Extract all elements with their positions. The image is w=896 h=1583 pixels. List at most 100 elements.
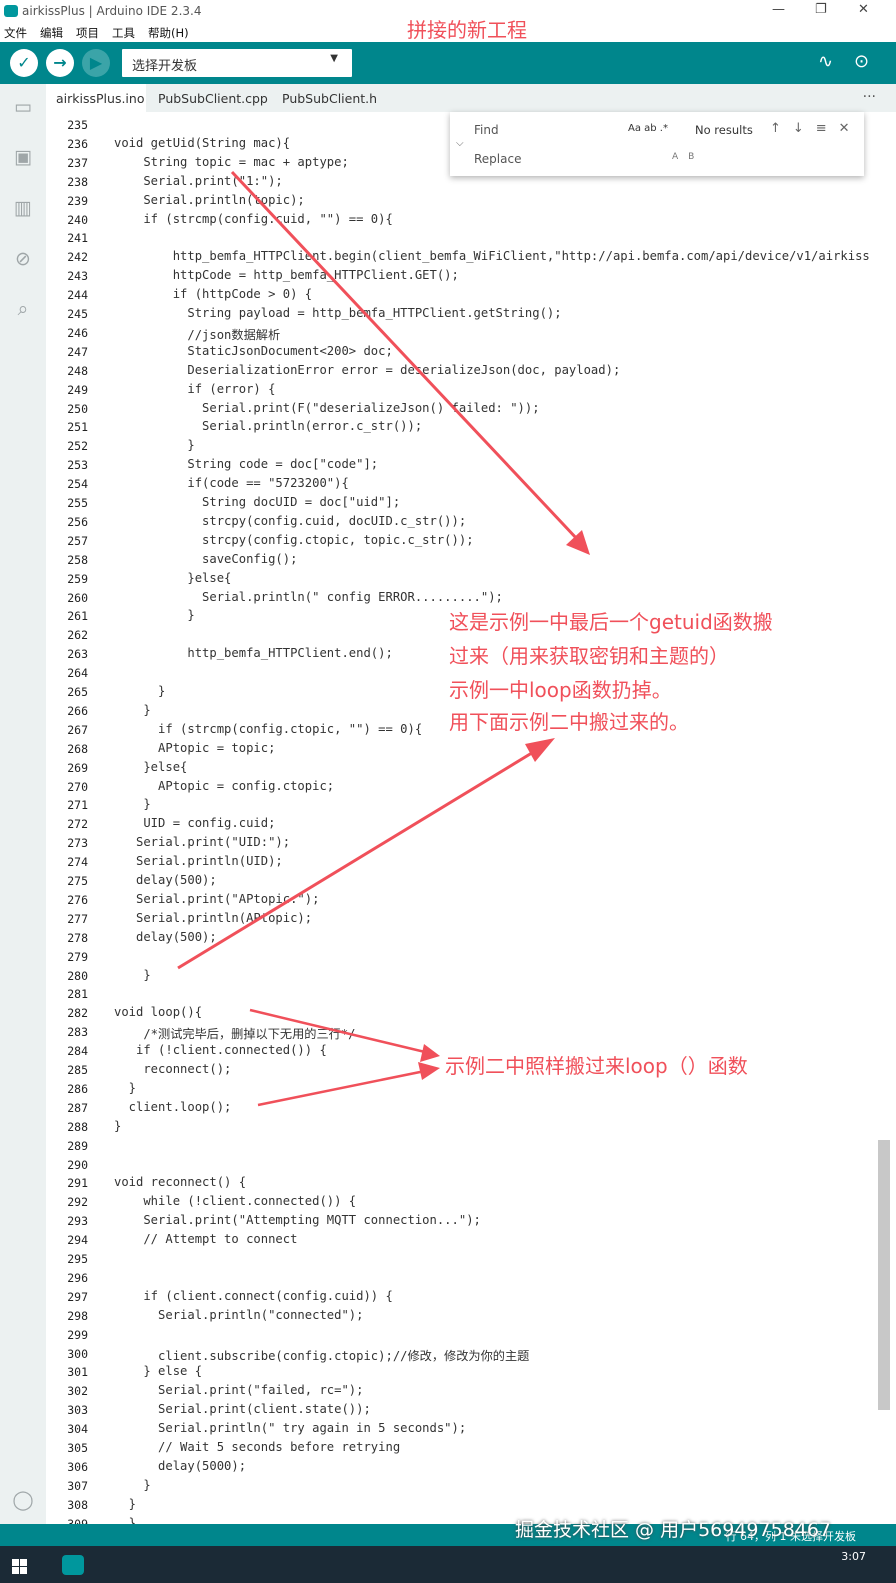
library-icon[interactable]: ▥ [11, 197, 35, 219]
code-line[interactable]: 292 while (!client.connected()) { [46, 1193, 896, 1212]
code-line[interactable]: 293 Serial.print("Attempting MQTT connec… [46, 1212, 896, 1231]
code-line[interactable]: 280 } [46, 967, 896, 986]
code-line[interactable]: 288} [46, 1118, 896, 1137]
folder-icon[interactable]: ▭ [11, 96, 35, 118]
code-line[interactable]: 299 [46, 1326, 896, 1345]
code-line[interactable]: 286 } [46, 1080, 896, 1099]
menu-edit[interactable]: 编辑 [40, 25, 63, 41]
menu-file[interactable]: 文件 [4, 25, 27, 41]
code-line[interactable]: 278 delay(500); [46, 929, 896, 948]
code-line[interactable]: 303 Serial.print(client.state()); [46, 1401, 896, 1420]
code-line[interactable]: 281 [46, 985, 896, 1004]
code-line[interactable]: 296 [46, 1269, 896, 1288]
code-line[interactable]: 308 } [46, 1496, 896, 1515]
code-line[interactable]: 300 client.subscribe(config.ctopic);//修改… [46, 1345, 896, 1364]
scrollbar[interactable] [878, 1140, 890, 1410]
chevron-down-icon[interactable]: ⌵ [456, 138, 464, 149]
code-line[interactable]: 289 [46, 1137, 896, 1156]
code-line[interactable]: 243 httpCode = http_bemfa_HTTPClient.GET… [46, 267, 896, 286]
find-nav-icons[interactable]: ↑↓≡✕ [770, 121, 862, 136]
board-select[interactable]: 选择开发板 ▼ [122, 49, 352, 77]
board-manager-icon[interactable]: ▣ [11, 146, 35, 168]
code-line[interactable]: 274 Serial.println(UID); [46, 853, 896, 872]
arduino-taskbar-icon[interactable] [62, 1555, 84, 1575]
find-options[interactable]: Aa ab .* [628, 123, 668, 134]
code-line[interactable]: 241 [46, 229, 896, 248]
code-line[interactable]: 270 APtopic = config.ctopic; [46, 778, 896, 797]
code-line[interactable]: 298 Serial.println("connected"); [46, 1307, 896, 1326]
close-button[interactable]: ✕ [858, 2, 869, 17]
code-line[interactable]: 291 void reconnect() { [46, 1174, 896, 1193]
code-line[interactable]: 269 }else{ [46, 759, 896, 778]
serial-monitor-icon[interactable]: ⊙ [854, 51, 869, 72]
code-line[interactable]: 251 Serial.println(error.c_str()); [46, 418, 896, 437]
serial-plotter-icon[interactable]: ∿ [818, 51, 833, 72]
code-line[interactable]: 252 } [46, 437, 896, 456]
code-text: Serial.print("failed, rc="); [114, 1383, 364, 1398]
menu-sketch[interactable]: 项目 [76, 25, 99, 41]
line-number: 235 [67, 118, 88, 132]
code-line[interactable]: 246 //json数据解析 [46, 324, 896, 343]
code-line[interactable]: 249 if (error) { [46, 381, 896, 400]
code-line[interactable]: 244 if (httpCode > 0) { [46, 286, 896, 305]
code-line[interactable]: 306 delay(5000); [46, 1458, 896, 1477]
menu-help[interactable]: 帮助(H) [148, 25, 189, 41]
code-line[interactable]: 257 strcpy(config.ctopic, topic.c_str())… [46, 532, 896, 551]
code-editor[interactable]: 235 236 void getUid(String mac){237 String… [46, 112, 896, 1524]
code-line[interactable]: 272 UID = config.cuid; [46, 815, 896, 834]
code-line[interactable]: 275 delay(500); [46, 872, 896, 891]
maximize-button[interactable]: ❐ [815, 2, 827, 17]
verify-button[interactable]: ✓ [10, 49, 38, 77]
debug-button[interactable]: ▶ [82, 49, 110, 77]
code-line[interactable]: 240 if (strcmp(config.cuid, "") == 0){ [46, 211, 896, 230]
code-line[interactable]: 254 if(code == "5723200"){ [46, 475, 896, 494]
code-text: if (strcmp(config.cuid, "") == 0){ [114, 211, 393, 226]
more-icon[interactable]: ··· [863, 89, 876, 105]
code-line[interactable]: 294 // Attempt to connect [46, 1231, 896, 1250]
code-line[interactable]: 245 String payload = http_bemfa_HTTPClie… [46, 305, 896, 324]
line-number: 269 [67, 760, 88, 775]
code-line[interactable]: 279 [46, 948, 896, 967]
find-input[interactable]: Find [474, 123, 499, 137]
code-line[interactable]: 253 String code = doc["code"]; [46, 456, 896, 475]
code-text: Serial.print("UID:"); [114, 835, 291, 850]
code-line[interactable]: 271 } [46, 796, 896, 815]
code-line[interactable]: 276 Serial.print("APtopic:"); [46, 891, 896, 910]
code-line[interactable]: 297 if (client.connect(config.cuid)) { [46, 1288, 896, 1307]
code-line[interactable]: 301 } else { [46, 1363, 896, 1382]
code-line[interactable]: 268 APtopic = topic; [46, 740, 896, 759]
code-line[interactable]: 283 /*测试完毕后，删掉以下无用的三行*/ [46, 1023, 896, 1042]
tab-pubsubclient-h[interactable]: PubSubClient.h [272, 84, 387, 112]
tab-pubsubclient-cpp[interactable]: PubSubClient.cpp [148, 84, 278, 112]
code-line[interactable]: 255 String docUID = doc["uid"]; [46, 494, 896, 513]
code-line[interactable]: 260 Serial.println(" config ERROR.......… [46, 589, 896, 608]
minimize-button[interactable]: — [772, 2, 785, 17]
replace-input[interactable]: Replace [474, 152, 521, 166]
code-line[interactable]: 287 client.loop(); [46, 1099, 896, 1118]
code-line[interactable]: 290 [46, 1156, 896, 1175]
code-line[interactable]: 304 Serial.println(" try again in 5 seco… [46, 1420, 896, 1439]
menu-tools[interactable]: 工具 [112, 25, 135, 41]
account-icon[interactable]: ◯ [11, 1489, 35, 1511]
code-line[interactable]: 247 StaticJsonDocument<200> doc; [46, 343, 896, 362]
code-line[interactable]: 277 Serial.println(APtopic); [46, 910, 896, 929]
code-line[interactable]: 248 DeserializationError error = deseria… [46, 362, 896, 381]
code-line[interactable]: 273 Serial.print("UID:"); [46, 834, 896, 853]
code-line[interactable]: 239 Serial.println(topic); [46, 192, 896, 211]
code-line[interactable]: 258 saveConfig(); [46, 551, 896, 570]
code-line[interactable]: 242 http_bemfa_HTTPClient.begin(client_b… [46, 248, 896, 267]
code-line[interactable]: 307 } [46, 1477, 896, 1496]
code-line[interactable]: 250 Serial.print(F("deserializeJson() fa… [46, 400, 896, 419]
upload-button[interactable]: → [46, 49, 74, 77]
code-line[interactable]: 259 }else{ [46, 570, 896, 589]
search-icon[interactable]: ⌕ [11, 298, 35, 320]
replace-options[interactable]: AB [672, 152, 704, 162]
code-line[interactable]: 295 [46, 1250, 896, 1269]
code-line[interactable]: 305 // Wait 5 seconds before retrying [46, 1439, 896, 1458]
code-line[interactable]: 282 void loop(){ [46, 1004, 896, 1023]
code-line[interactable]: 302 Serial.print("failed, rc="); [46, 1382, 896, 1401]
code-line[interactable]: 256 strcpy(config.cuid, docUID.c_str()); [46, 513, 896, 532]
debug-icon[interactable]: ⊘ [11, 248, 35, 270]
windows-icon[interactable] [12, 1559, 28, 1575]
tab-airkissplus-ino[interactable]: airkissPlus.ino [46, 84, 146, 112]
